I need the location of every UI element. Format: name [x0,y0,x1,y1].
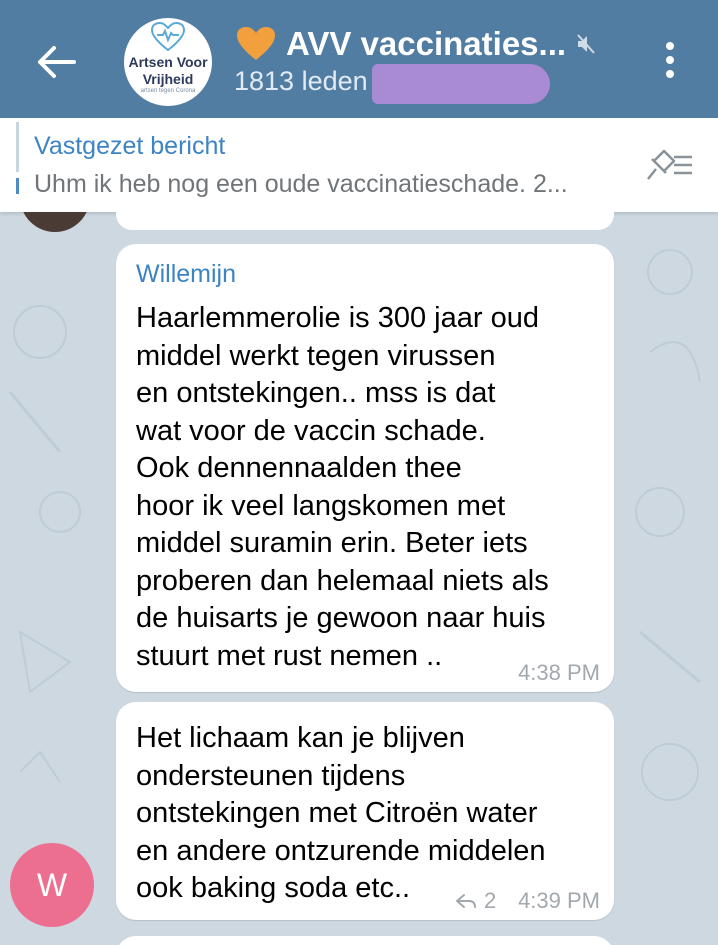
message-list[interactable]: Willemijn Haarlemmerolie is 300 jaar oud… [0,212,718,945]
reply-count[interactable]: 2 [454,888,496,914]
heart-pulse-icon [151,22,185,52]
pinned-indicator [16,122,19,194]
message-text: Het lichaam kan je blijven ondersteunen … [136,722,546,904]
back-button[interactable] [30,40,80,84]
message-time: 4:38 PM [518,660,600,685]
pin-list-button[interactable] [640,145,696,185]
logo-text-line3: artsen tegen Corona [140,88,196,94]
more-vertical-icon[interactable] [656,38,684,84]
redaction-mark [372,64,550,104]
message-bubble[interactable]: Willemijn Haarlemmerolie is 300 jaar oud… [116,244,614,692]
pin-list-icon [647,149,692,180]
muted-speaker-icon [577,34,595,54]
reply-count-value: 2 [484,888,497,913]
chat-header: Artsen Voor Vrijheid artsen tegen Corona… [0,0,718,118]
reply-arrow-icon [456,894,476,908]
logo-text-line2: Vrijheid [142,71,194,87]
message-text: Haarlemmerolie is 300 jaar oud middel we… [136,302,549,672]
member-count: 1813 leden [234,66,368,96]
message-time: 4:39 PM [518,888,600,913]
pinned-preview: Uhm ik heb nog een oude vaccinatieschade… [34,170,568,198]
group-avatar[interactable]: Artsen Voor Vrijheid artsen tegen Corona [124,18,212,106]
logo-text-line1: Artsen Voor [128,54,208,70]
message-bubble-previous[interactable] [116,212,614,230]
chat-title: AVV vaccinaties... [286,25,567,62]
avatar[interactable]: W [10,843,94,927]
message-bubble[interactable]: Het lichaam kan je blijven ondersteunen … [116,702,614,920]
orange-heart-icon [237,27,275,60]
message-bubble-next[interactable] [116,936,614,945]
pinned-title: Vastgezet bericht [34,132,226,160]
chat-title-row[interactable]: AVV vaccinaties... [236,22,596,66]
sender-name[interactable]: Willemijn [136,260,236,289]
arrow-left-icon [38,46,76,78]
